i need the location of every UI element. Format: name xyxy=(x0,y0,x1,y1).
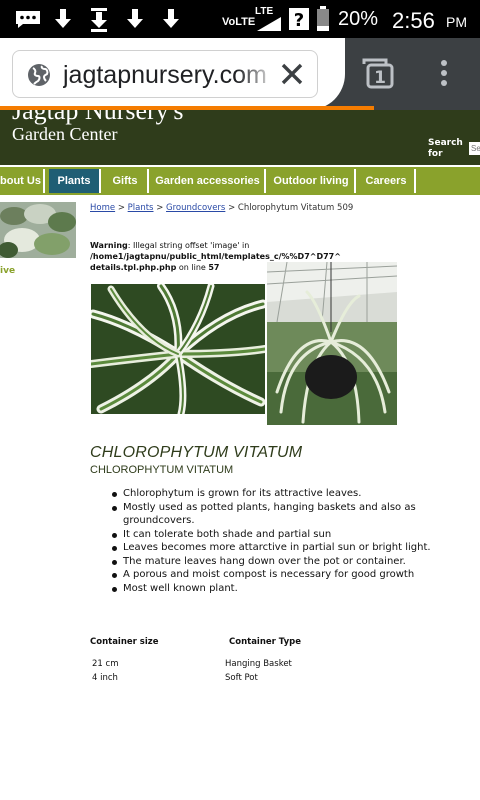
product-features: Chlorophytum is grown for its attractive… xyxy=(112,487,442,595)
svg-text:?: ? xyxy=(294,10,304,31)
clock-ampm: PM xyxy=(446,14,467,30)
browser-toolbar: jagtapnursery.com 1 xyxy=(0,38,480,110)
product-title: CHLOROPHYTUM VITATUM xyxy=(90,444,303,461)
search-label: Search for xyxy=(428,138,463,159)
battery-percent: 20% xyxy=(338,8,379,30)
status-bar: VoLTE LTE ? 20% 2:56 PM xyxy=(0,0,480,38)
download-icon xyxy=(55,9,71,28)
table-cell-size: 21 cm xyxy=(92,659,119,669)
signal-icon xyxy=(257,17,281,31)
clock-time: 2:56 xyxy=(392,8,435,33)
warning-file: details.tpl.php.php xyxy=(90,263,177,272)
container-type-header: Container Type xyxy=(229,637,301,647)
container-size-header: Container size xyxy=(90,637,159,647)
table-cell-type: Hanging Basket xyxy=(225,659,292,669)
breadcrumb: Home > Plants > Groundcovers > Chlorophy… xyxy=(90,203,353,213)
url-fade xyxy=(237,59,277,91)
table-cell-size: 4 inch xyxy=(92,673,118,683)
clear-url-icon[interactable] xyxy=(279,61,305,87)
download-done-icon xyxy=(91,8,107,32)
overflow-menu-icon[interactable] xyxy=(440,58,448,88)
tab-switcher-icon[interactable]: 1 xyxy=(362,58,394,90)
list-item: Chlorophytum is grown for its attractive… xyxy=(112,487,442,501)
breadcrumb-sep: > xyxy=(117,203,125,213)
warning-message: : Illegal string offset 'image' in xyxy=(127,241,250,250)
warning-label: Warning xyxy=(90,241,128,250)
message-icon xyxy=(16,11,40,28)
product-image-hanging[interactable] xyxy=(267,262,397,425)
breadcrumb-sep: > xyxy=(228,203,236,213)
download-icon xyxy=(163,9,179,28)
product-subtitle: CHLOROPHYTUM VITATUM xyxy=(90,464,234,476)
list-item: The mature leaves hang down over the pot… xyxy=(112,555,442,569)
search-input[interactable] xyxy=(469,142,480,155)
sidebar-plant-image[interactable] xyxy=(0,202,76,258)
volte-label: VoLTE xyxy=(222,16,256,28)
list-item: Most well known plant. xyxy=(112,582,442,596)
breadcrumb-plants[interactable]: Plants xyxy=(128,203,154,213)
download-icon xyxy=(127,9,143,28)
no-signal-icon: ? xyxy=(289,8,309,31)
warning-line: 57 xyxy=(208,263,220,272)
globe-icon[interactable] xyxy=(27,63,51,87)
table-cell-type: Soft Pot xyxy=(225,673,258,683)
tab-count: 1 xyxy=(374,68,386,88)
list-item: A porous and moist compost is necessary … xyxy=(112,568,442,582)
warning-on-line: on line xyxy=(176,263,209,272)
nav-careers[interactable]: Careers xyxy=(358,169,416,193)
site-tagline: Garden Center xyxy=(12,124,118,144)
breadcrumb-home[interactable]: Home xyxy=(90,203,115,213)
battery-icon xyxy=(317,6,329,31)
site-header: Jagtap Nursery's Garden Center Search fo… xyxy=(0,110,480,165)
breadcrumb-current: Chlorophytum Vitatum 509 xyxy=(237,203,354,213)
main-nav: bout Us Plants Gifts Garden accessories … xyxy=(0,165,480,195)
nav-about-us[interactable]: bout Us xyxy=(0,169,45,193)
breadcrumb-sep: > xyxy=(156,203,164,213)
nav-outdoor-living[interactable]: Outdoor living xyxy=(268,169,356,193)
sidebar-text[interactable]: ive xyxy=(0,266,15,276)
warning-path: /home1/jagtapnu/public_html/templates_c/… xyxy=(90,252,341,261)
breadcrumb-groundcovers[interactable]: Groundcovers xyxy=(166,203,225,213)
address-bar[interactable]: jagtapnursery.com xyxy=(12,50,318,98)
list-item: Leaves becomes more attarctive in partia… xyxy=(112,541,442,555)
nav-garden-accessories[interactable]: Garden accessories xyxy=(151,169,266,193)
nav-gifts[interactable]: Gifts xyxy=(103,169,149,193)
product-image-main[interactable] xyxy=(91,284,265,414)
nav-plants[interactable]: Plants xyxy=(49,169,101,193)
list-item: Mostly used as potted plants, hanging ba… xyxy=(112,501,442,528)
list-item: It can tolerate both shade and partial s… xyxy=(112,528,442,542)
